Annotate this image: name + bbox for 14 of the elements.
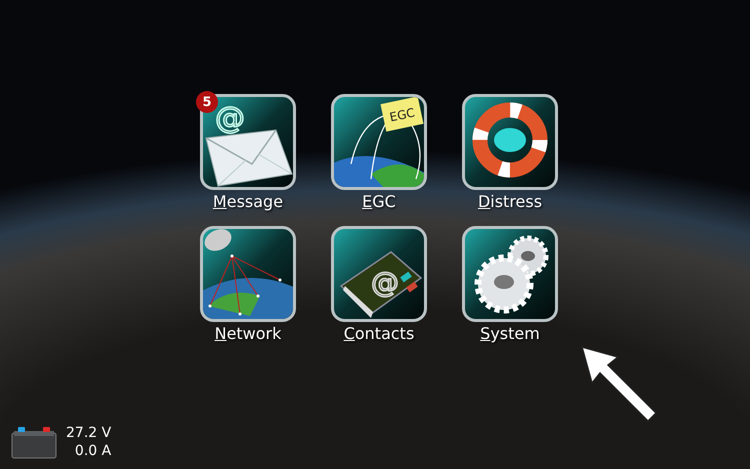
unread-count-badge: 5 [196, 91, 218, 113]
current-reading: 0.0 A [74, 442, 112, 460]
lifebuoy-icon [462, 94, 558, 190]
app-launcher-button[interactable]: Network [200, 226, 296, 344]
address-book-icon: @ [331, 226, 427, 322]
app-launcher-button[interactable]: @ Contacts [331, 226, 427, 344]
voltage-reading: 27.2 V [66, 424, 112, 442]
settings-icon [462, 226, 558, 322]
app-launcher-button[interactable]: System [462, 226, 558, 344]
satellite-network-icon [200, 226, 296, 322]
app-launcher-button[interactable]: Distress [462, 94, 558, 212]
app-launcher-button[interactable]: EGC EGC [331, 94, 427, 212]
satellite-broadcast-icon: EGC [331, 94, 427, 190]
battery-icon [10, 425, 58, 459]
